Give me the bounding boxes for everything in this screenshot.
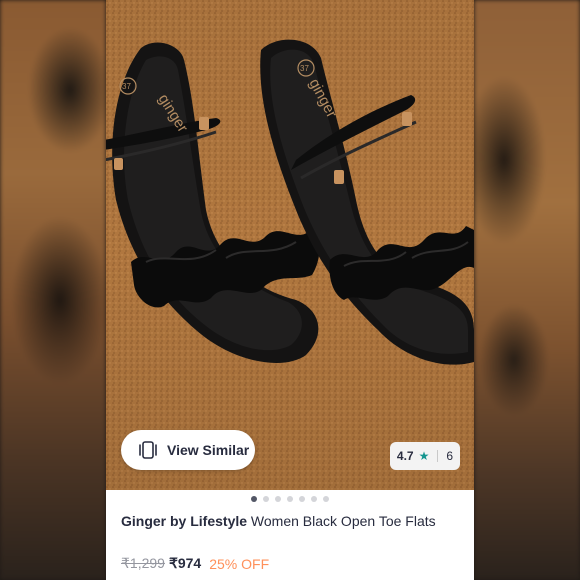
rating-badge[interactable]: 4.7 ★ 6 [390,442,460,470]
rating-divider [437,450,439,462]
discount-label: 25% OFF [209,555,270,572]
rating-score: 4.7 [396,449,414,463]
carousel-dots[interactable] [106,496,474,502]
selling-price: ₹974 [168,555,202,571]
product-brand: Ginger by Lifestyle [121,513,248,529]
carousel-dot[interactable] [263,496,269,502]
blurred-background-left [0,0,106,580]
product-name: Women Black Open Toe Flats [247,513,436,529]
product-card[interactable]: ginger 37 ginger 37 View Similar 4.7 ★ 6… [106,0,474,580]
product-title[interactable]: Ginger by Lifestyle Women Black Open Toe… [121,511,461,531]
carousel-dot[interactable] [251,496,257,502]
carousel-dot[interactable] [287,496,293,502]
carousel-dot[interactable] [323,496,329,502]
size-mark-right: 37 [300,64,309,73]
similar-stack-icon [139,441,157,459]
carousel-dot[interactable] [275,496,281,502]
carousel-dot[interactable] [311,496,317,502]
original-price: ₹1,299 [121,555,165,571]
carousel-dot[interactable] [299,496,305,502]
price-row: ₹1,299 ₹974 25% OFF [121,555,269,572]
rating-count: 6 [446,449,454,463]
view-similar-button[interactable]: View Similar [121,430,255,470]
size-mark-left: 37 [122,82,131,91]
view-similar-label: View Similar [167,442,250,458]
star-icon: ★ [418,449,430,463]
product-image[interactable]: ginger 37 ginger 37 View Similar 4.7 ★ 6 [106,0,474,490]
blurred-background-right [474,0,580,580]
